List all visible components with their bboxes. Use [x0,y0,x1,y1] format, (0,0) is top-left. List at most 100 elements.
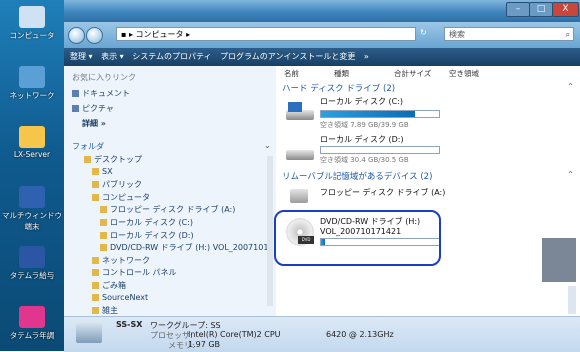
address-bar-area: ▪ ▸ コンピュータ ▸ ↻ 検索 ⌕ [64,22,580,48]
folder-icon [100,244,107,252]
tree-item[interactable]: ごみ箱 [92,280,126,291]
tree-item[interactable]: コントロール パネル [92,267,177,278]
details-pane: SS-SX ワークグループ: SS プロセッサ: Intel(R) Core(T… [64,316,580,352]
processor-speed: 6420 @ 2.13GHz [326,330,394,339]
folder-icon [92,167,99,175]
network-icon [19,66,45,88]
explorer-window: – □ X ▪ ▸ コンピュータ ▸ ↻ 検索 ⌕ 整理 ▾ 表示 ▾ システム… [64,0,580,352]
desktop: コンピュータ ネットワーク LX-Server マルチウィンドウ端末 タテムラ給… [0,0,64,351]
hard-disk-icon [286,102,314,124]
tree-item-label: SourceNext [102,292,149,302]
group-removable: リムーバブル記憶域があるデバイス (2) [282,172,433,182]
folder-icon [92,282,99,289]
computer-icon: ▪ ▸ [121,30,136,39]
tree-item-label: コンピュータ [102,192,150,202]
computer-icon [19,6,45,28]
tree-item[interactable]: コンピュータ [92,192,150,203]
computer-name: SS-SX [116,320,143,329]
chevron-down-icon[interactable]: ⌄ [264,141,271,150]
title-bar: – □ X [64,0,580,22]
desktop-icon-label: マルチウィンドウ端末 [2,211,62,231]
drive-d-free: 空き領域 30.4 GB/30.5 GB [320,156,409,164]
content-scrollbar[interactable] [568,286,576,314]
folder-icon [100,206,107,214]
search-placeholder: 検索 [449,30,465,39]
back-button[interactable] [68,27,85,44]
folder-icon [84,156,91,163]
folder-icon [92,269,99,277]
organize-button[interactable]: 整理 [70,52,86,61]
favorite-label: ピクチャ [82,104,114,113]
system-properties-button[interactable]: システムのプロパティ [132,52,211,61]
folder-icon [92,181,99,189]
multiwindow-icon [19,186,45,208]
more-link[interactable]: 詳細 » [82,118,106,129]
refresh-icon[interactable]: ↻ [420,28,427,37]
nav-scrollbar[interactable] [267,156,273,306]
tree-item[interactable]: SourceNext [92,293,148,304]
command-toolbar: 整理 ▾ 表示 ▾ システムのプロパティ プログラムのアンインストールと変更 » [64,48,580,66]
address-field[interactable]: ▪ ▸ コンピュータ ▸ [116,27,416,41]
content-pane: 名前 種類 合計サイズ 空き領域 ハード ディスク ドライブ (2) ⌃ ローカ… [276,66,580,316]
column-header-free[interactable]: 空き領域 [449,68,479,79]
tree-item[interactable]: SX [92,167,113,178]
search-input[interactable]: 検索 ⌕ [444,27,574,41]
drive-c-label[interactable]: ローカル ディスク (C:) [320,96,403,107]
tree-item-label: SX [102,166,113,176]
desktop-icon-label: コンピュータ [9,31,55,40]
forward-button[interactable] [86,27,103,44]
desktop-icon-kyuyo[interactable]: タテムラ給与 [2,246,62,281]
collapse-icon[interactable]: ⌃ [567,82,574,91]
desktop-icon-computer[interactable]: コンピュータ [2,6,62,41]
tree-item[interactable]: ローカル ディスク (D:) [100,230,194,241]
drive-d-label[interactable]: ローカル ディスク (D:) [320,134,404,145]
folder-icon [92,256,99,264]
navigation-pane: お気に入りリンク ドキュメント ピクチャ 詳細 » フォルダ ⌄ デスクトップ S… [64,66,277,316]
preview-thumbnail [542,238,576,282]
kyuyo-icon [19,246,45,268]
column-header-type[interactable]: 種類 [334,68,349,79]
memory-value: 1.97 GB [188,340,221,349]
favorite-pictures[interactable]: ピクチャ [72,103,114,114]
dvd-drive-highlight-outline [274,210,441,266]
close-button[interactable]: X [552,2,579,17]
address-text: コンピュータ [135,30,184,39]
processor-value: Intel(R) Core(TM)2 CPU [188,330,281,339]
desktop-icon-network[interactable]: ネットワーク [2,66,62,101]
tree-item[interactable]: フロッピー ディスク ドライブ (A:) [100,204,235,215]
minimize-button[interactable]: – [506,2,530,17]
desktop-icon-nencho[interactable]: タテムラ年調 [2,306,62,341]
group-hard-drives: ハード ディスク ドライブ (2) [282,84,396,94]
tree-item[interactable]: ローカル ディスク (C:) [100,217,193,228]
lx-server-icon [19,126,45,148]
tree-item-label: デスクトップ [94,155,142,164]
tree-item[interactable]: ネットワーク [92,255,150,266]
folders-header[interactable]: フォルダ [72,141,104,152]
drive-c-usage-bar [320,110,440,118]
tree-item[interactable]: DVD/CD-RW ドライブ (H:) VOL_20071017 [100,242,274,253]
uninstall-programs-button[interactable]: プログラムのアンインストールと変更 [220,52,355,61]
collapse-icon[interactable]: ⌃ [567,170,574,179]
tree-item[interactable]: 雑主 [92,305,118,316]
desktop-icon-lx-server[interactable]: LX-Server [2,126,62,159]
maximize-button[interactable]: □ [529,2,553,17]
drive-c-fill [321,111,416,117]
computer-icon [76,321,102,343]
tree-item-label: ローカル ディスク (C:) [110,218,194,227]
views-button[interactable]: 表示 [101,52,117,61]
favorite-label: ドキュメント [82,89,130,98]
drive-a-label[interactable]: フロッピー ディスク ドライブ (A:) [320,188,450,198]
desktop-icon-label: タテムラ年調 [9,331,55,340]
folder-icon [92,293,99,301]
desktop-icon-multiwindow[interactable]: マルチウィンドウ端末 [2,186,62,232]
folder-icon [92,193,99,201]
desktop-icon-label: LX-Server [13,150,51,159]
column-header-name[interactable]: 名前 [284,68,299,79]
tree-item[interactable]: デスクトップ [84,154,142,165]
folder-icon [100,219,107,226]
favorite-documents[interactable]: ドキュメント [72,88,130,99]
column-header-total[interactable]: 合計サイズ [394,68,431,79]
tree-item-label: ローカル ディスク (D:) [110,230,194,240]
toolbar-overflow-button[interactable]: » [364,52,369,61]
tree-item[interactable]: パブリック [92,179,142,190]
